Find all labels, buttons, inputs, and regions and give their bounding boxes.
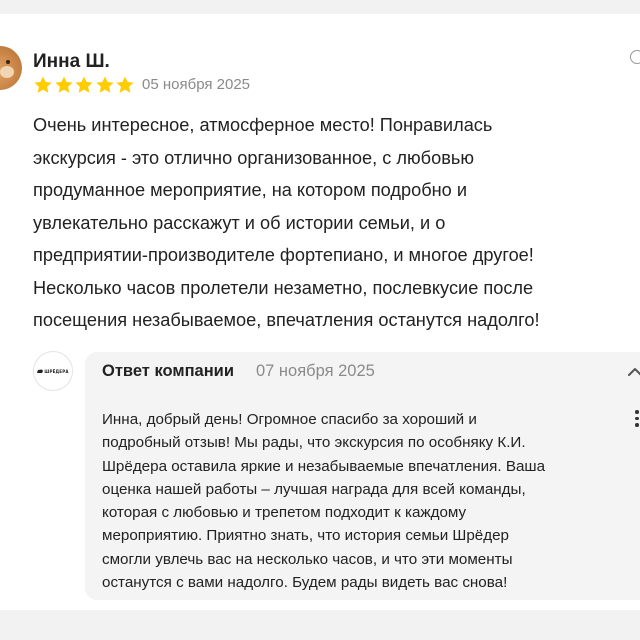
star-icon bbox=[116, 76, 134, 93]
company-reply-text: Инна, добрый день! Огромное спасибо за х… bbox=[102, 408, 622, 594]
review-text-line: увлекательно расскажут и об истории семь… bbox=[33, 212, 446, 233]
company-logo-mark: ШРЁДЕРА bbox=[37, 369, 68, 374]
reply-text-line: которая с любовью и трепетом подходит к … bbox=[102, 504, 467, 522]
vertical-dots-icon[interactable] bbox=[635, 410, 639, 430]
review-text-line: предприятии-производителе фортепиано, и … bbox=[33, 245, 534, 265]
review-text-line: экскурсия - это отлично организованное, … bbox=[33, 147, 474, 168]
dot bbox=[635, 416, 639, 420]
reply-text-line: останутся с вами надолго. Будем рады вид… bbox=[102, 574, 508, 592]
reply-text-line: мероприятию. Приятно знать, что история … bbox=[102, 527, 509, 545]
reply-text-line: оценка нашей работы – лучшая награда для… bbox=[102, 480, 526, 498]
avatar-eye bbox=[6, 60, 10, 64]
rating-stars bbox=[33, 75, 136, 95]
company-reply-body: Инна, добрый день! Огромное спасибо за х… bbox=[85, 394, 640, 600]
reply-text-line: смогли увлечь вас на несколько часов, и … bbox=[102, 550, 513, 568]
reply-text-line: Шрёдера оставила яркие и незабываемые вп… bbox=[102, 457, 546, 475]
star-icon bbox=[75, 76, 93, 93]
review-card: Инна Ш. 05 ноября 2025 Очень интересное,… bbox=[0, 14, 640, 610]
reply-text-line: подробный отзыв! Мы рады, что экскурсия … bbox=[102, 434, 526, 452]
review-text-line: Несколько часов пролетели незаметно, пос… bbox=[33, 277, 534, 298]
avatar-snout bbox=[0, 66, 14, 78]
company-logo[interactable]: ШРЁДЕРА bbox=[33, 351, 73, 391]
star-icon bbox=[54, 76, 73, 93]
dot bbox=[635, 423, 639, 427]
review-text-line: Очень интересное, атмосферное место! Пон… bbox=[33, 115, 493, 135]
company-reply-title: Ответ компании bbox=[102, 362, 234, 380]
author-name[interactable]: Инна Ш. bbox=[33, 51, 110, 73]
chevron-up-icon[interactable] bbox=[626, 363, 640, 381]
company-reply-date: 07 ноября 2025 bbox=[256, 362, 375, 380]
company-logo-text: ШРЁДЕРА bbox=[44, 368, 69, 374]
star-icon bbox=[95, 76, 114, 93]
reply-text-line: Инна, добрый день! Огромное спасибо за х… bbox=[102, 411, 477, 428]
review-text-line: продуманное мероприятие, на котором подр… bbox=[33, 180, 468, 200]
company-reply-header[interactable]: Ответ компании 07 ноября 2025 bbox=[85, 352, 640, 394]
info-icon[interactable] bbox=[630, 50, 640, 64]
review-date: 05 ноября 2025 bbox=[142, 76, 251, 93]
dot bbox=[635, 410, 639, 414]
review-text-line: посещения незабываемое, впечатления оста… bbox=[33, 310, 540, 330]
piano-icon bbox=[37, 369, 44, 373]
review-text: Очень интересное, атмосферное место! Пон… bbox=[33, 109, 640, 337]
author-avatar[interactable] bbox=[0, 46, 22, 90]
star-icon bbox=[34, 76, 52, 93]
